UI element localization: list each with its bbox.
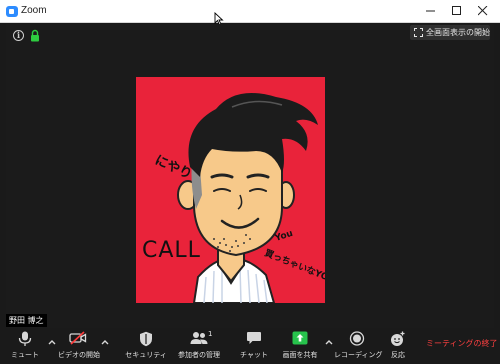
window-title: Zoom bbox=[21, 5, 47, 16]
video-options-caret-icon[interactable] bbox=[100, 337, 110, 347]
fullscreen-label: 全画面表示の開始 bbox=[426, 28, 490, 37]
participants-count-badge: 1 bbox=[208, 330, 213, 338]
start-video-label: ビデオの開始 bbox=[58, 351, 100, 359]
participants-button[interactable]: 1 参加者の管理 bbox=[176, 328, 222, 364]
share-screen-button[interactable]: 画面を共有 bbox=[280, 328, 320, 364]
fullscreen-button[interactable]: 全画面表示の開始 bbox=[410, 25, 490, 40]
participant-name-tag: 野田 博之 bbox=[6, 314, 47, 327]
avatar-text-right: 買っちゃいなYO! bbox=[263, 248, 325, 285]
close-button[interactable] bbox=[470, 0, 496, 23]
security-label: セキュリティ bbox=[125, 351, 167, 359]
share-screen-label: 画面を共有 bbox=[282, 351, 318, 359]
zoom-logo-icon bbox=[6, 6, 18, 17]
record-label: レコーディング bbox=[334, 351, 383, 359]
record-icon bbox=[349, 331, 365, 346]
participants-icon bbox=[190, 332, 208, 344]
avatar-text-call: CALL bbox=[142, 238, 201, 263]
start-video-button[interactable]: ビデオの開始 bbox=[58, 328, 100, 364]
info-icon[interactable]: i bbox=[13, 30, 24, 41]
reactions-icon bbox=[391, 331, 405, 346]
share-screen-icon bbox=[292, 331, 308, 345]
chat-icon bbox=[247, 332, 261, 344]
record-button[interactable]: レコーディング bbox=[334, 328, 383, 364]
video-off-icon bbox=[69, 331, 87, 345]
participants-label: 参加者の管理 bbox=[178, 351, 220, 359]
lock-icon[interactable] bbox=[30, 29, 40, 42]
chat-button[interactable]: チャット bbox=[236, 328, 272, 364]
title-bar: Zoom bbox=[0, 0, 500, 26]
participant-avatar: にやり CALL You 買っちゃいなYO! bbox=[142, 93, 325, 303]
mute-button[interactable]: ミュート bbox=[8, 328, 42, 364]
end-meeting-button[interactable]: ミーティングの終了 bbox=[426, 338, 498, 349]
chat-label: チャット bbox=[240, 351, 268, 359]
participant-video-tile: にやり CALL You 買っちゃいなYO! bbox=[136, 77, 325, 303]
mute-label: ミュート bbox=[11, 351, 39, 359]
microphone-icon bbox=[18, 331, 32, 346]
share-options-caret-icon[interactable] bbox=[324, 337, 334, 347]
meeting-area: i 全画面表示の開始 にやり CALL You 買っちゃいなYO! 野田 博之 bbox=[6, 24, 494, 328]
minimize-button[interactable] bbox=[418, 0, 444, 23]
maximize-button[interactable] bbox=[444, 0, 470, 23]
reactions-button[interactable]: 反応 bbox=[386, 328, 410, 364]
maximize-icon bbox=[452, 6, 461, 15]
minimize-icon bbox=[426, 10, 435, 12]
fullscreen-icon bbox=[414, 28, 423, 37]
audio-options-caret-icon[interactable] bbox=[47, 337, 57, 347]
zoom-window: Zoom i 全画面表示の開始 にやり CALL You 買っちゃいなYO! 野… bbox=[0, 0, 500, 364]
security-button[interactable]: セキュリティ bbox=[124, 328, 168, 364]
avatar-text-left: にやり bbox=[152, 153, 194, 183]
close-icon bbox=[478, 6, 488, 16]
shield-icon bbox=[140, 331, 152, 347]
reactions-label: 反応 bbox=[391, 351, 405, 359]
meeting-toolbar: ミュート ビデオの開始 セキュリティ 1 参加者の管理 チャット 画面を共有 レ… bbox=[0, 328, 500, 364]
